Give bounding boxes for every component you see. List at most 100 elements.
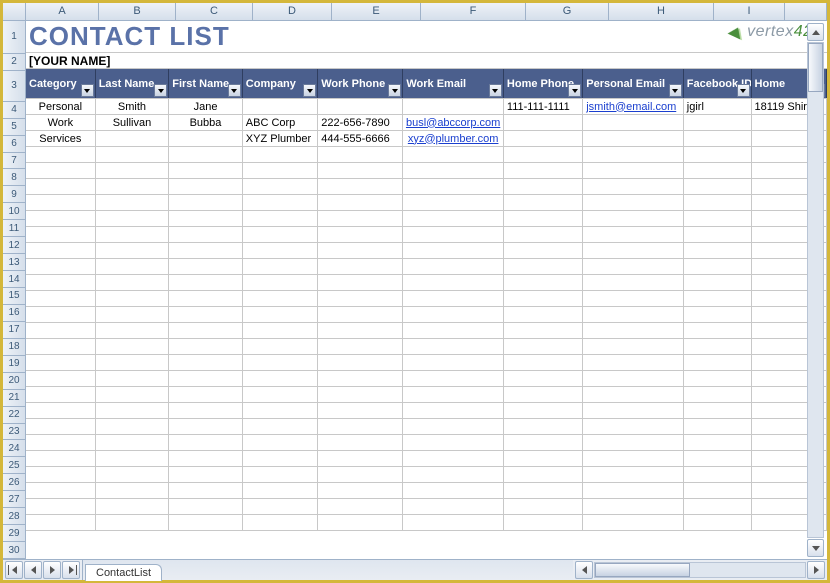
cell-empty[interactable] — [96, 275, 170, 290]
cell-empty[interactable] — [403, 259, 504, 274]
cell-empty[interactable] — [403, 483, 504, 498]
cell-empty[interactable] — [26, 307, 96, 322]
cell-first[interactable]: Bubba — [169, 115, 243, 130]
column-header-D[interactable]: D — [253, 3, 332, 20]
cell-empty[interactable] — [26, 403, 96, 418]
cell-empty[interactable] — [504, 243, 583, 258]
cell-empty[interactable] — [169, 387, 243, 402]
cell-empty[interactable] — [96, 307, 170, 322]
cell-empty[interactable] — [583, 371, 684, 386]
cell-empty[interactable] — [243, 243, 318, 258]
cell-empty[interactable] — [318, 195, 403, 210]
cell-empty[interactable] — [583, 147, 684, 162]
cell-empty[interactable] — [583, 499, 684, 514]
cell-empty[interactable] — [403, 467, 504, 482]
row-header-3[interactable]: 3 — [3, 71, 25, 102]
cell-fb[interactable] — [684, 115, 752, 130]
hscroll-thumb[interactable] — [595, 563, 690, 577]
cell-empty[interactable] — [96, 195, 170, 210]
cell-empty[interactable] — [243, 323, 318, 338]
row-header-5[interactable]: 5 — [3, 119, 25, 136]
cell-empty[interactable] — [403, 307, 504, 322]
cell-empty[interactable] — [26, 243, 96, 258]
row-header-21[interactable]: 21 — [3, 390, 25, 407]
cell-wemail[interactable]: busl@abccorp.com — [403, 115, 504, 130]
column-header-F[interactable]: F — [421, 3, 526, 20]
email-link[interactable]: jsmith@email.com — [586, 101, 676, 113]
cell-empty[interactable] — [583, 323, 684, 338]
cell-empty[interactable] — [403, 515, 504, 530]
row-header-19[interactable]: 19 — [3, 356, 25, 373]
cell-empty[interactable] — [26, 163, 96, 178]
cell-empty[interactable] — [684, 195, 752, 210]
cell-empty[interactable] — [504, 147, 583, 162]
cell-empty[interactable] — [684, 179, 752, 194]
cell-empty[interactable] — [169, 355, 243, 370]
cell-empty[interactable] — [403, 387, 504, 402]
cell-empty[interactable] — [26, 323, 96, 338]
email-link[interactable]: xyz@plumber.com — [408, 133, 499, 145]
cell-empty[interactable] — [26, 275, 96, 290]
cell-empty[interactable] — [96, 419, 170, 434]
header-first-name[interactable]: First Name — [169, 69, 243, 98]
cell-empty[interactable] — [26, 451, 96, 466]
cell-empty[interactable] — [403, 451, 504, 466]
cell-empty[interactable] — [169, 419, 243, 434]
cell-empty[interactable] — [684, 291, 752, 306]
cell-empty[interactable] — [169, 339, 243, 354]
cell-empty[interactable] — [504, 323, 583, 338]
cell-empty[interactable] — [504, 307, 583, 322]
cell-empty[interactable] — [243, 291, 318, 306]
cell-empty[interactable] — [96, 355, 170, 370]
cell-empty[interactable] — [684, 259, 752, 274]
header-home-phone[interactable]: Home Phone — [504, 69, 583, 98]
cell-empty[interactable] — [684, 483, 752, 498]
cell-empty[interactable] — [318, 499, 403, 514]
cell-company[interactable]: ABC Corp — [243, 115, 318, 130]
cell-empty[interactable] — [504, 211, 583, 226]
cell-empty[interactable] — [318, 451, 403, 466]
cell-empty[interactable] — [583, 259, 684, 274]
cell-category[interactable]: Services — [26, 131, 96, 146]
hscroll-track[interactable] — [594, 562, 806, 578]
cell-empty[interactable] — [583, 419, 684, 434]
horizontal-scrollbar[interactable] — [573, 560, 827, 580]
cell-empty[interactable] — [403, 243, 504, 258]
cell-empty[interactable] — [318, 403, 403, 418]
cell-empty[interactable] — [169, 243, 243, 258]
cell-empty[interactable] — [169, 147, 243, 162]
cell-hphone[interactable]: 111-111-1111 — [504, 99, 583, 114]
cell-empty[interactable] — [96, 339, 170, 354]
cell-empty[interactable] — [318, 387, 403, 402]
cell-empty[interactable] — [504, 435, 583, 450]
cell-empty[interactable] — [403, 435, 504, 450]
cell-last[interactable]: Sullivan — [96, 115, 170, 130]
cell-company[interactable]: XYZ Plumber — [243, 131, 318, 146]
row-header-8[interactable]: 8 — [3, 169, 25, 186]
cell-empty[interactable] — [583, 275, 684, 290]
cell-empty[interactable] — [403, 323, 504, 338]
cell-empty[interactable] — [169, 435, 243, 450]
cell-empty[interactable] — [26, 291, 96, 306]
cell-empty[interactable] — [169, 451, 243, 466]
column-header-C[interactable]: C — [176, 3, 253, 20]
cell-empty[interactable] — [403, 147, 504, 162]
cell-empty[interactable] — [318, 227, 403, 242]
cell-fb[interactable] — [684, 131, 752, 146]
cell-empty[interactable] — [684, 211, 752, 226]
cell-empty[interactable] — [243, 387, 318, 402]
header-work-phone[interactable]: Work Phone — [318, 69, 403, 98]
cell-empty[interactable] — [318, 515, 403, 530]
row-header-6[interactable]: 6 — [3, 136, 25, 153]
cell-empty[interactable] — [504, 259, 583, 274]
cell-empty[interactable] — [504, 483, 583, 498]
cell-empty[interactable] — [318, 435, 403, 450]
row-header-28[interactable]: 28 — [3, 508, 25, 525]
cell-empty[interactable] — [96, 467, 170, 482]
cell-empty[interactable] — [583, 195, 684, 210]
cell-empty[interactable] — [26, 435, 96, 450]
cell-empty[interactable] — [96, 211, 170, 226]
row-header-15[interactable]: 15 — [3, 288, 25, 305]
cell-empty[interactable] — [243, 467, 318, 482]
cell-empty[interactable] — [684, 163, 752, 178]
